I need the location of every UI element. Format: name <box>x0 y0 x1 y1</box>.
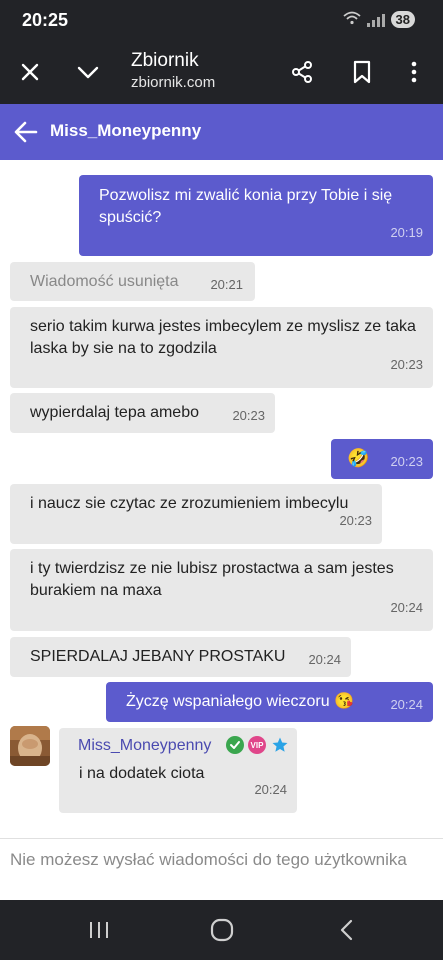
more-vert-icon[interactable] <box>396 54 432 90</box>
message-incoming[interactable]: serio takim kurwa jestes imbecylem ze my… <box>10 307 433 388</box>
message-outgoing[interactable]: Pozwolisz mi zwalić konia przy Tobie i s… <box>79 175 433 256</box>
message-time: 20:24 <box>308 652 341 667</box>
message-incoming[interactable]: Wiadomość usunięta 20:21 <box>10 262 255 301</box>
message-time: 20:23 <box>232 408 265 423</box>
vip-badge-icon: VIP <box>248 736 266 754</box>
star-badge-icon <box>270 736 290 754</box>
message-time: 20:23 <box>339 513 372 528</box>
home-icon[interactable] <box>207 916 237 944</box>
message-incoming[interactable]: SPIERDALAJ JEBANY PROSTAKU 20:24 <box>10 637 351 677</box>
message-time: 20:24 <box>254 782 287 797</box>
browser-toolbar: Zbiornik zbiornik.com <box>0 42 443 104</box>
page-url[interactable]: zbiornik.com <box>131 74 215 91</box>
message-text: wypierdalaj tepa amebo <box>30 404 199 421</box>
verified-badge-icon <box>226 736 244 754</box>
message-incoming[interactable]: i naucz sie czytac ze zrozumieniem imbec… <box>10 484 382 544</box>
message-incoming[interactable]: i ty twierdzisz ze nie lubisz prostactwa… <box>10 549 433 631</box>
message-sender[interactable]: Miss_Moneypenny <box>78 737 211 755</box>
message-text: Pozwolisz mi zwalić konia przy Tobie i s… <box>99 187 393 226</box>
message-text: i ty twierdzisz ze nie lubisz prostactwa… <box>30 560 394 599</box>
message-time: 20:19 <box>390 225 423 240</box>
system-nav-bar <box>0 900 443 960</box>
contact-name[interactable]: Miss_Moneypenny <box>50 121 201 141</box>
message-time: 20:24 <box>390 600 423 615</box>
page-title: Zbiornik <box>131 50 199 71</box>
message-text: i naucz sie czytac ze zrozumieniem imbec… <box>30 495 349 512</box>
back-arrow-icon[interactable] <box>12 118 40 146</box>
message-text: serio takim kurwa jestes imbecylem ze my… <box>30 318 416 357</box>
send-disabled-notice: Nie możesz wysłać wiadomości do tego uży… <box>0 838 443 900</box>
message-time: 20:21 <box>210 277 243 292</box>
message-time: 20:24 <box>390 697 423 712</box>
message-text: 🤣 <box>347 448 370 468</box>
message-incoming[interactable]: wypierdalaj tepa amebo 20:23 <box>10 393 275 433</box>
status-time: 20:25 <box>22 10 69 30</box>
message-text: Wiadomość usunięta <box>30 273 179 290</box>
message-outgoing[interactable]: 🤣 20:23 <box>331 439 433 479</box>
message-text: SPIERDALAJ JEBANY PROSTAKU <box>30 648 286 665</box>
battery-icon: 38 <box>390 11 415 28</box>
message-text: Życzę wspaniałego wieczoru 😘 <box>126 693 355 710</box>
chat-header: Miss_Moneypenny <box>0 104 443 160</box>
message-outgoing[interactable]: Życzę wspaniałego wieczoru 😘 20:24 <box>106 682 433 722</box>
status-icons: 38 <box>342 11 415 28</box>
close-icon[interactable] <box>12 54 48 90</box>
message-time: 20:23 <box>390 454 423 469</box>
back-icon[interactable] <box>332 916 362 944</box>
share-icon[interactable] <box>284 54 320 90</box>
bookmark-icon[interactable] <box>344 54 380 90</box>
message-time: 20:23 <box>390 357 423 372</box>
status-bar: 20:25 38 <box>0 0 443 42</box>
notice-text: Nie możesz wysłać wiadomości do tego uży… <box>10 850 407 869</box>
recent-apps-icon[interactable] <box>84 916 114 944</box>
user-badges: VIP <box>226 736 290 754</box>
signal-icon <box>366 13 385 27</box>
message-text: i na dodatek ciota <box>79 765 205 782</box>
chevron-down-icon[interactable] <box>70 54 106 90</box>
wifi-icon <box>342 11 361 28</box>
avatar[interactable] <box>10 726 50 766</box>
